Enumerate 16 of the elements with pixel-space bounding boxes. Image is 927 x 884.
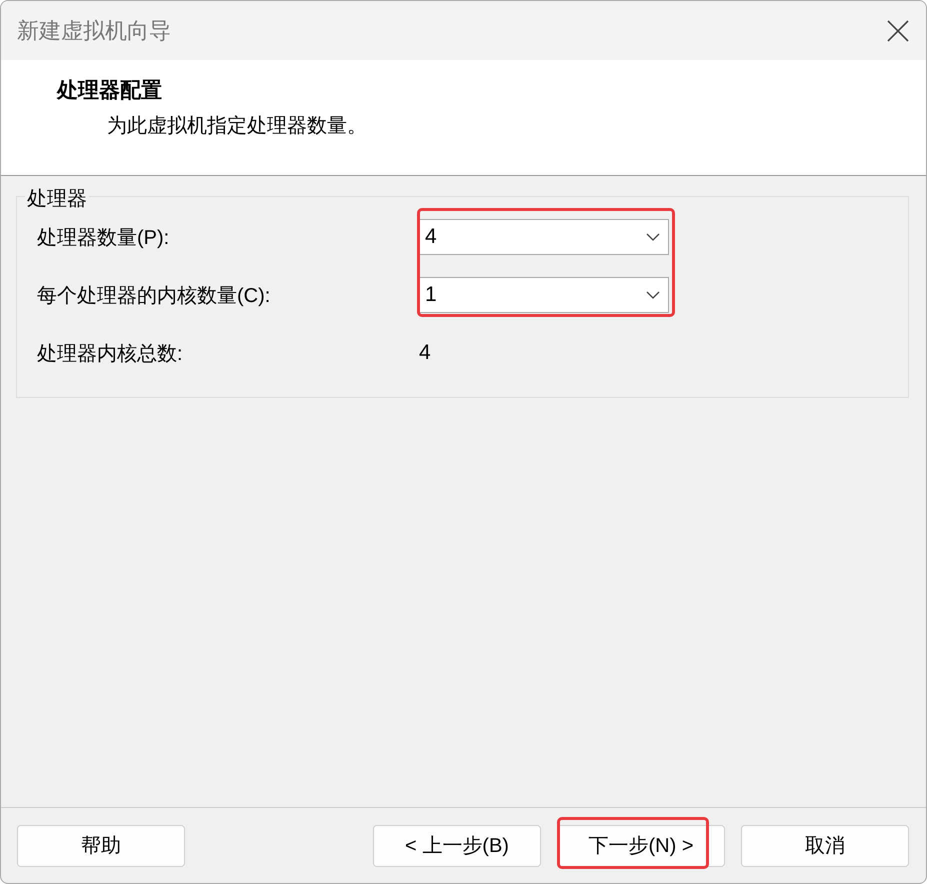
page-title: 处理器配置 — [57, 78, 163, 104]
dialog-button[interactable]: 下一步(N) > — [557, 824, 725, 866]
value-text: 4 — [419, 341, 431, 365]
chevron-down-icon — [646, 233, 660, 241]
field-label: 处理器内核总数: — [37, 342, 184, 366]
dropdown[interactable]: 1 — [419, 277, 669, 313]
chevron-down-icon — [646, 291, 660, 299]
dialog-button[interactable]: 取消 — [741, 824, 909, 866]
close-icon[interactable] — [886, 18, 910, 42]
field-label: 处理器数量(P): — [37, 226, 170, 250]
dialog-button[interactable]: 帮助 — [17, 824, 185, 866]
field-label: 每个处理器的内核数量(C): — [37, 284, 272, 308]
dropdown[interactable]: 4 — [419, 219, 669, 255]
page-subtitle: 为此虚拟机指定处理器数量。 — [107, 114, 368, 139]
dialog-button[interactable]: < 上一步(B) — [373, 824, 541, 866]
window-title: 新建虚拟机向导 — [17, 16, 171, 44]
